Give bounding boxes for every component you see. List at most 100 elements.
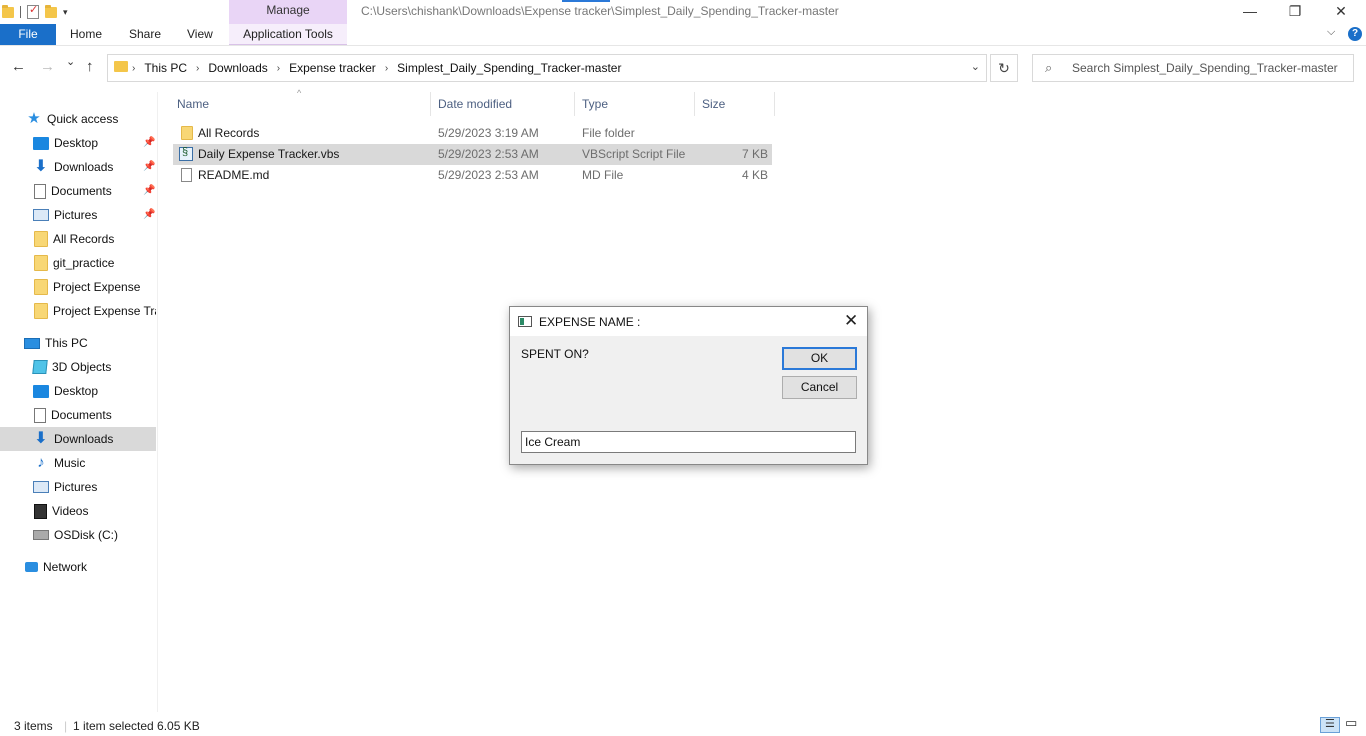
nav-network[interactable]: Network — [0, 555, 156, 579]
ribbon-tabs: File Home Share View Application Tools ⌵ — [0, 24, 1366, 45]
documents-icon — [34, 183, 46, 199]
nav-label: Project Expense — [53, 280, 141, 294]
folder-icon[interactable] — [2, 4, 14, 18]
nav-item-osdisk[interactable]: OSDisk (C:) — [0, 523, 156, 547]
quick-access-toolbar: ▾ — [2, 3, 68, 20]
tab-view[interactable]: View — [187, 24, 213, 45]
tab-home[interactable]: Home — [70, 24, 102, 45]
chevron-right-icon[interactable]: › — [132, 63, 135, 74]
file-size: 4 KB — [741, 168, 768, 182]
nav-label: git_practice — [53, 256, 115, 270]
forward-arrow-icon[interactable]: → — [40, 58, 55, 75]
recent-locations-icon[interactable]: ⌄ — [66, 55, 75, 68]
nav-item-desktop[interactable]: Desktop — [0, 131, 156, 155]
disk-drive-icon — [33, 530, 49, 540]
nav-label: Documents — [51, 184, 112, 198]
address-bar[interactable]: › This PC › Downloads › Expense tracker … — [107, 54, 987, 82]
breadcrumb-expense-tracker[interactable]: Expense tracker — [289, 61, 376, 75]
chevron-down-icon[interactable]: ⌄ — [971, 60, 980, 73]
help-icon[interactable]: ? — [1348, 27, 1362, 41]
selection-info: 1 item selected 6.05 KB — [73, 719, 200, 733]
nav-item-videos[interactable]: Videos — [0, 499, 156, 523]
nav-item-all-records[interactable]: All Records — [0, 227, 156, 251]
breadcrumb-this-pc[interactable]: This PC — [144, 61, 187, 75]
file-row-readme[interactable]: README.md 5/29/2023 2:53 AM MD File 4 KB — [173, 165, 772, 186]
breadcrumb-current-folder[interactable]: Simplest_Daily_Spending_Tracker-master — [397, 61, 621, 75]
download-arrow-icon: ⬇ — [34, 158, 48, 175]
nav-item-pictures[interactable]: Pictures — [0, 475, 156, 499]
application-icon — [518, 316, 532, 327]
file-type: MD File — [582, 168, 624, 182]
dialog-title-bar[interactable]: EXPENSE NAME : ✕ — [510, 307, 867, 336]
nav-item-desktop[interactable]: Desktop — [0, 379, 156, 403]
breadcrumb-downloads[interactable]: Downloads — [208, 61, 267, 75]
pin-icon: 📌 — [143, 161, 156, 172]
search-input[interactable]: ⌕ Search Simplest_Daily_Spending_Tracker… — [1032, 54, 1354, 82]
tab-application-tools[interactable]: Application Tools — [229, 24, 347, 45]
large-icons-view-icon[interactable] — [1342, 715, 1362, 733]
cancel-button[interactable]: Cancel — [782, 376, 857, 399]
column-header-date-modified[interactable]: Date modified — [434, 92, 575, 116]
music-note-icon: ♪ — [37, 454, 45, 471]
restore-button[interactable]: ❐ — [1272, 2, 1318, 22]
nav-item-3d-objects[interactable]: 3D Objects — [0, 355, 156, 379]
title-bar: ▾ Manage C:\Users\chishank\Downloads\Exp… — [0, 0, 1366, 24]
nav-item-downloads-selected[interactable]: ⬇ Downloads — [0, 427, 156, 451]
nav-item-downloads[interactable]: ⬇ Downloads — [0, 155, 156, 179]
toolbar-divider — [20, 6, 21, 18]
nav-item-project-expense-tracker[interactable]: Project Expense Tra — [0, 299, 156, 323]
nav-quick-access[interactable]: ★ Quick access — [0, 107, 156, 131]
expand-ribbon-icon[interactable]: ⌵ — [1327, 26, 1335, 39]
up-arrow-icon[interactable]: ↑ — [86, 58, 94, 75]
nav-item-git-practice[interactable]: git_practice — [0, 251, 156, 275]
address-row: ← → ⌄ ↑ › This PC › Downloads › Expense … — [0, 45, 1366, 89]
nav-item-documents[interactable]: Documents — [0, 403, 156, 427]
navigation-pane: ★ Quick access Desktop 📌 ⬇ Downloads 📌 D… — [0, 92, 158, 712]
file-name: Daily Expense Tracker.vbs — [198, 147, 340, 161]
properties-icon[interactable] — [27, 3, 39, 19]
back-arrow-icon[interactable]: ← — [11, 58, 26, 75]
nav-label: Music — [54, 456, 86, 470]
nav-label: Pictures — [54, 208, 98, 222]
ok-button[interactable]: OK — [782, 347, 857, 370]
nav-label: Desktop — [54, 136, 99, 150]
chevron-right-icon[interactable]: › — [196, 63, 199, 74]
nav-label: Desktop — [54, 384, 99, 398]
file-row-daily-expense-tracker[interactable]: Daily Expense Tracker.vbs 5/29/2023 2:53… — [173, 144, 772, 165]
customize-toolbar-dropdown-icon[interactable]: ▾ — [63, 7, 68, 18]
column-header-name[interactable]: Name — [173, 92, 431, 116]
chevron-right-icon[interactable]: › — [385, 63, 388, 74]
videos-icon — [34, 503, 47, 519]
column-header-size[interactable]: Size — [698, 92, 775, 116]
manage-contextual-tab[interactable]: Manage — [229, 0, 347, 24]
input-dialog: EXPENSE NAME : ✕ SPENT ON? OK Cancel — [509, 306, 868, 465]
close-window-button[interactable]: ✕ — [1318, 2, 1364, 22]
file-name: README.md — [198, 168, 270, 182]
file-row-all-records[interactable]: All Records 5/29/2023 3:19 AM File folde… — [173, 123, 772, 144]
file-size: 7 KB — [741, 147, 768, 161]
file-date: 5/29/2023 2:53 AM — [438, 168, 539, 182]
close-icon[interactable]: ✕ — [844, 311, 858, 331]
new-folder-icon[interactable] — [45, 4, 57, 18]
minimize-button[interactable]: — — [1227, 2, 1273, 22]
nav-item-music[interactable]: ♪ Music — [0, 451, 156, 475]
column-header-type[interactable]: Type — [578, 92, 695, 116]
nav-this-pc[interactable]: This PC — [0, 331, 156, 355]
download-arrow-icon: ⬇ — [34, 430, 48, 447]
nav-label: All Records — [53, 232, 115, 246]
nav-item-project-expense[interactable]: Project Expense — [0, 275, 156, 299]
chevron-right-icon[interactable]: › — [277, 63, 280, 74]
nav-item-documents[interactable]: Documents — [0, 179, 156, 203]
refresh-button[interactable]: ↻ — [990, 54, 1018, 82]
details-view-icon[interactable] — [1320, 717, 1340, 733]
status-bar: 3 items | 1 item selected 6.05 KB — [0, 712, 1366, 736]
expense-name-input[interactable] — [521, 431, 856, 453]
folder-icon — [114, 61, 128, 72]
tab-share[interactable]: Share — [129, 24, 161, 45]
pin-icon: 📌 — [143, 137, 156, 148]
file-date: 5/29/2023 2:53 AM — [438, 147, 539, 161]
nav-item-pictures[interactable]: Pictures — [0, 203, 156, 227]
nav-label: Network — [43, 560, 88, 574]
tab-file[interactable]: File — [0, 24, 56, 45]
folder-icon — [34, 255, 48, 271]
